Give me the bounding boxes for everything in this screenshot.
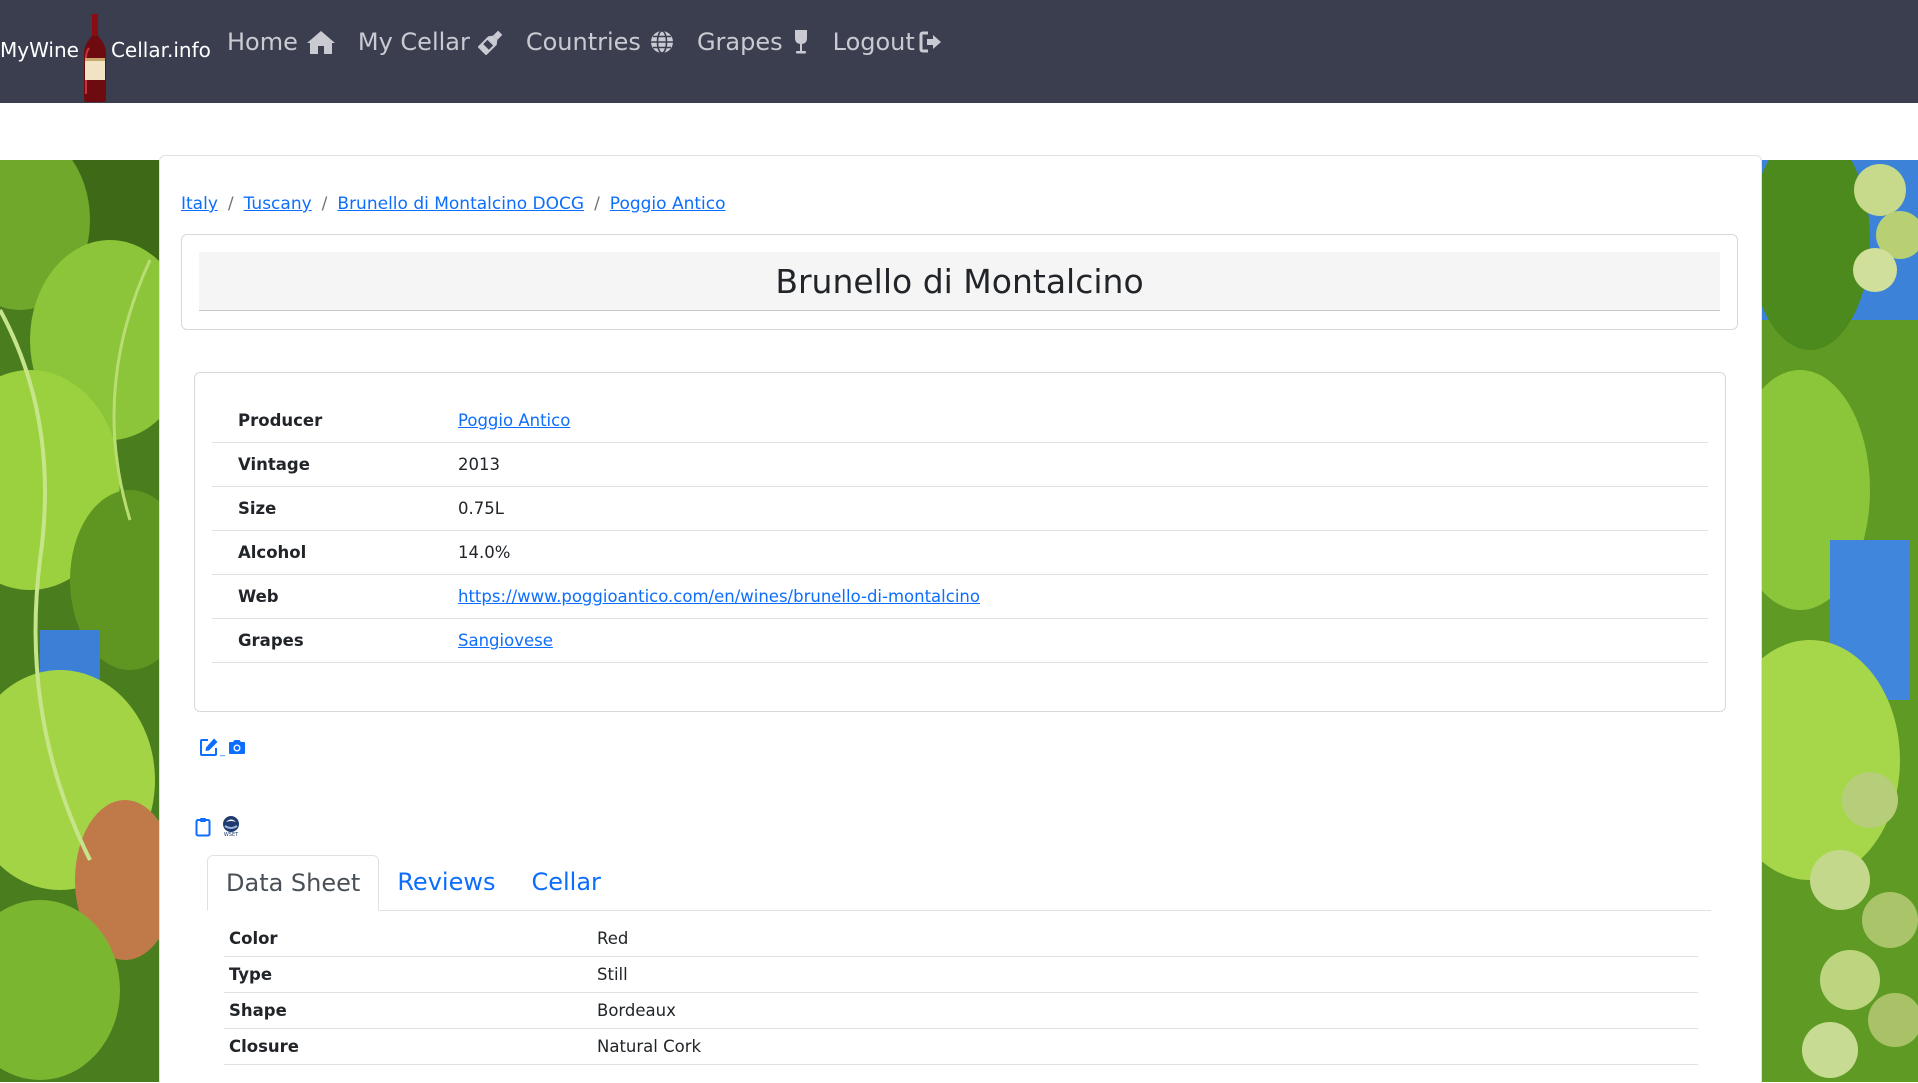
grape-link[interactable]: Sangiovese bbox=[458, 631, 553, 650]
info-label: Producer bbox=[212, 399, 458, 443]
wine-bottle-icon bbox=[83, 14, 106, 102]
datasheet-value: Bordeaux bbox=[597, 992, 1698, 1029]
data-sheet-table: Color Red Type Still Shape Bordeaux Clos… bbox=[224, 921, 1698, 1065]
wine-title: Brunello di Montalcino bbox=[199, 252, 1720, 311]
sign-out-icon bbox=[919, 31, 941, 53]
edit-icon[interactable] bbox=[199, 737, 219, 757]
brand-text-left: MyWine bbox=[0, 38, 79, 62]
info-row-size: Size 0.75L bbox=[212, 486, 1708, 531]
info-label: Grapes bbox=[212, 618, 458, 663]
globe-icon bbox=[650, 30, 673, 54]
action-separator: _ bbox=[220, 745, 225, 757]
breadcrumb-producer[interactable]: Poggio Antico bbox=[610, 194, 726, 214]
nav-home[interactable]: Home bbox=[227, 28, 336, 56]
bottle-icon bbox=[477, 30, 503, 55]
brand-text-right: Cellar.info bbox=[110, 38, 211, 62]
info-label: Alcohol bbox=[212, 530, 458, 575]
info-value: Sangiovese bbox=[458, 618, 1708, 663]
info-row-grapes: Grapes Sangiovese bbox=[212, 618, 1708, 663]
nav-my-cellar-label: My Cellar bbox=[357, 28, 470, 56]
info-label: Vintage bbox=[212, 442, 458, 487]
datasheet-label: Color bbox=[224, 921, 597, 957]
breadcrumb-region[interactable]: Tuscany bbox=[244, 194, 312, 214]
nav-countries[interactable]: Countries bbox=[526, 28, 675, 56]
nav-logout[interactable]: Logout bbox=[833, 28, 945, 56]
datasheet-row-closure: Closure Natural Cork bbox=[224, 1028, 1698, 1065]
wine-actions: _ bbox=[199, 737, 247, 757]
datasheet-row-shape: Shape Bordeaux bbox=[224, 992, 1698, 1029]
tasting-actions: WSET bbox=[195, 815, 241, 838]
datasheet-label: Type bbox=[224, 956, 597, 993]
camera-icon[interactable] bbox=[227, 738, 247, 756]
web-link[interactable]: https://www.poggioantico.com/en/wines/br… bbox=[458, 587, 980, 606]
wset-label: WSET bbox=[223, 832, 239, 838]
wine-info-card: Producer Poggio Antico Vintage 2013 Size… bbox=[194, 372, 1726, 712]
nav-grapes-label: Grapes bbox=[696, 28, 783, 56]
datasheet-value: Still bbox=[597, 956, 1698, 993]
info-value: 2013 bbox=[458, 442, 1708, 487]
info-label: Size bbox=[212, 486, 458, 531]
datasheet-row-color: Color Red bbox=[224, 921, 1698, 957]
info-value: Poggio Antico bbox=[458, 399, 1708, 443]
grapes-background bbox=[1760, 160, 1918, 1082]
breadcrumb-country[interactable]: Italy bbox=[181, 194, 218, 214]
nav-home-label: Home bbox=[227, 28, 298, 56]
wine-tabs: Data Sheet Reviews Cellar bbox=[207, 855, 1711, 911]
tab-reviews[interactable]: Reviews bbox=[379, 855, 513, 909]
info-value: https://www.poggioantico.com/en/wines/br… bbox=[458, 574, 1708, 619]
tab-cellar[interactable]: Cellar bbox=[513, 855, 618, 909]
nav-grapes[interactable]: Grapes bbox=[697, 28, 811, 56]
info-row-vintage: Vintage 2013 bbox=[212, 442, 1708, 487]
info-row-producer: Producer Poggio Antico bbox=[212, 399, 1708, 443]
top-navbar: MyWine Cellar.info Home My Cellar Countr… bbox=[0, 0, 1918, 103]
vine-leaves-background bbox=[0, 160, 159, 1082]
home-icon bbox=[306, 31, 335, 54]
breadcrumb-appellation[interactable]: Brunello di Montalcino DOCG bbox=[337, 194, 584, 214]
main-container: Italy / Tuscany / Brunello di Montalcino… bbox=[159, 155, 1762, 1083]
info-label: Web bbox=[212, 574, 458, 619]
title-card: Brunello di Montalcino bbox=[181, 234, 1738, 330]
nav-my-cellar[interactable]: My Cellar bbox=[358, 28, 504, 56]
tab-data-sheet[interactable]: Data Sheet bbox=[207, 855, 380, 911]
datasheet-label: Closure bbox=[224, 1028, 597, 1065]
wset-logo-icon[interactable]: WSET bbox=[221, 815, 241, 838]
nav-logout-label: Logout bbox=[832, 28, 915, 56]
breadcrumb-separator: / bbox=[594, 194, 600, 214]
info-row-web: Web https://www.poggioantico.com/en/wine… bbox=[212, 574, 1708, 619]
producer-link[interactable]: Poggio Antico bbox=[458, 411, 570, 430]
info-value: 0.75L bbox=[458, 486, 1708, 531]
breadcrumb-separator: / bbox=[227, 194, 234, 214]
grapes-image bbox=[1760, 160, 1918, 1082]
datasheet-row-type: Type Still bbox=[224, 956, 1698, 993]
datasheet-value: Red bbox=[597, 921, 1698, 957]
nav-countries-label: Countries bbox=[525, 28, 641, 56]
clipboard-icon[interactable] bbox=[195, 817, 211, 837]
wine-glass-icon bbox=[794, 30, 807, 54]
brand-logo[interactable]: MyWine Cellar.info bbox=[0, 14, 211, 102]
vine-leaves-image bbox=[0, 160, 159, 1082]
datasheet-label: Shape bbox=[224, 992, 597, 1029]
breadcrumb-separator: / bbox=[321, 194, 328, 214]
datasheet-value: Natural Cork bbox=[597, 1028, 1698, 1065]
info-value: 14.0% bbox=[458, 530, 1708, 575]
info-row-alcohol: Alcohol 14.0% bbox=[212, 530, 1708, 575]
wine-info-table: Producer Poggio Antico Vintage 2013 Size… bbox=[212, 399, 1708, 663]
breadcrumb: Italy / Tuscany / Brunello di Montalcino… bbox=[181, 194, 726, 214]
